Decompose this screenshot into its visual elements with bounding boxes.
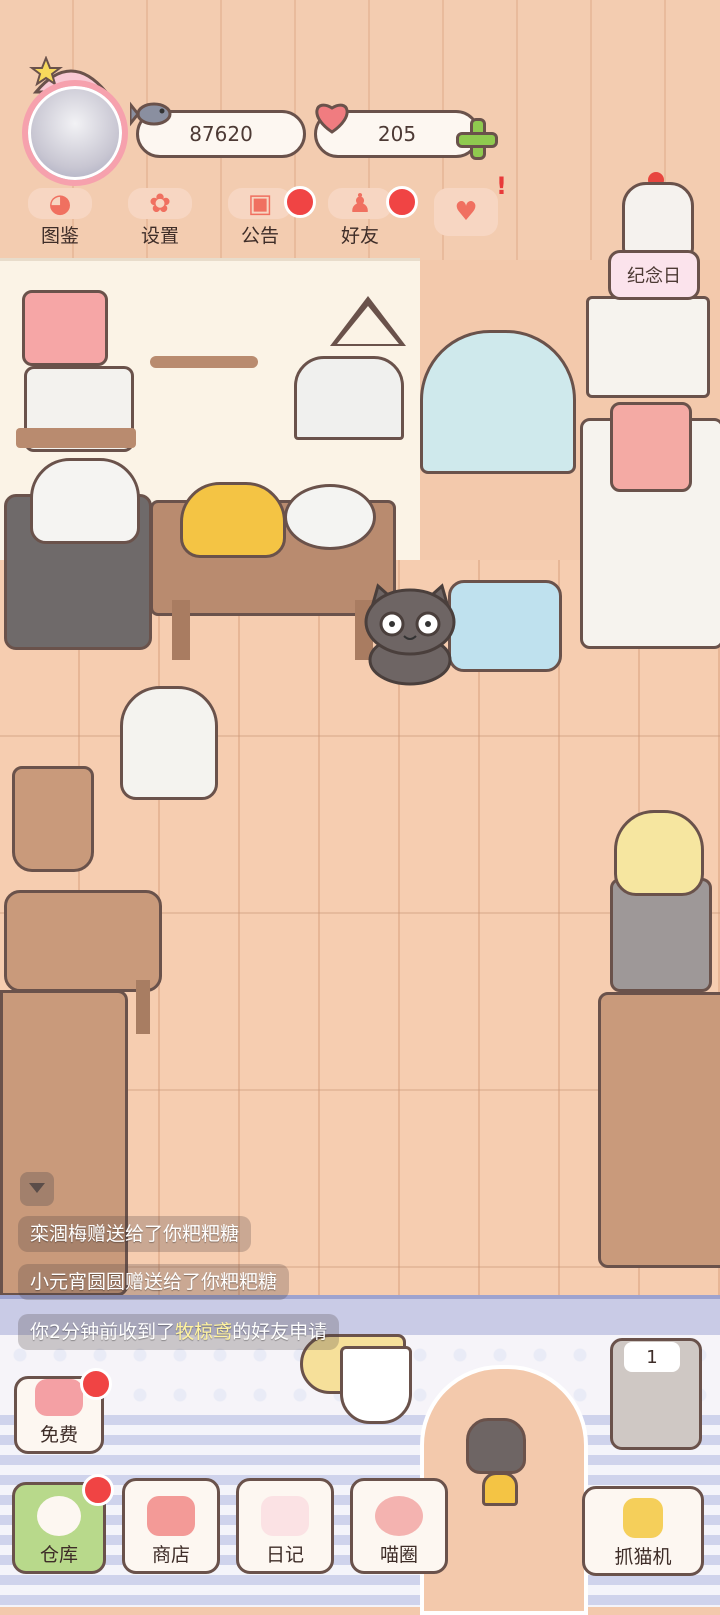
diary-button[interactable]: 日记 xyxy=(236,1478,334,1574)
range-hood[interactable] xyxy=(294,356,404,440)
friends-badge xyxy=(386,186,418,218)
right-cabinet[interactable] xyxy=(598,992,720,1268)
bell-icon xyxy=(482,1472,518,1506)
shop-icon xyxy=(147,1496,195,1536)
friends-icon: ♟ xyxy=(328,188,392,219)
chat-message: 小元宵圆圆赠送给了你粑粑糖 xyxy=(18,1264,290,1300)
hanging-cat-ornament xyxy=(466,1418,526,1474)
menu-announcement-label: 公告 xyxy=(240,225,279,247)
gear-icon: ✿ xyxy=(128,188,192,219)
yellow-pot[interactable] xyxy=(180,482,286,558)
menu-collection[interactable]: ◕ 图鉴 xyxy=(20,188,100,248)
planet-cat-icon xyxy=(375,1496,423,1536)
anniversary-button[interactable]: 纪念日 xyxy=(608,250,700,300)
menu-friends-label: 好友 xyxy=(340,225,379,247)
menu-settings-label: 设置 xyxy=(140,225,179,247)
menu-settings[interactable]: ✿ 设置 xyxy=(120,188,200,248)
glasses-cat[interactable] xyxy=(356,578,464,688)
white-bucket[interactable] xyxy=(120,686,218,800)
hearts-icon: ♥ xyxy=(434,188,498,236)
chat-message: 你2分钟前收到了牧椋鸢的好友申请 xyxy=(18,1314,340,1350)
frying-pan[interactable] xyxy=(284,484,376,550)
shop-label: 商店 xyxy=(151,1544,190,1566)
storage-label: 仓库 xyxy=(39,1544,78,1566)
menu-collection-label: 图鉴 xyxy=(40,225,79,247)
heart-banner xyxy=(340,1346,412,1424)
cat-face-icon: ◕ xyxy=(28,188,92,219)
hearts-alert: ! xyxy=(496,172,507,200)
claw-machine-button[interactable]: 抓猫机 xyxy=(582,1486,704,1576)
heart-icon xyxy=(315,103,349,134)
cake-icon[interactable] xyxy=(622,182,694,258)
meow-circle-button[interactable]: 喵圈 xyxy=(350,1478,448,1574)
sushi-poster[interactable] xyxy=(586,296,710,398)
add-hearts-button[interactable] xyxy=(456,118,498,160)
gift-icon: ▣ xyxy=(228,188,292,219)
teapot[interactable] xyxy=(614,810,704,896)
friend-name[interactable]: 牧椋鸢 xyxy=(175,1321,232,1343)
announcement-badge xyxy=(284,186,316,218)
wooden-barrel[interactable] xyxy=(12,766,94,872)
wall-shelf xyxy=(16,428,136,448)
rice-cooker[interactable] xyxy=(30,458,140,544)
wooden-chair[interactable] xyxy=(4,890,162,992)
shop-button[interactable]: 商店 xyxy=(122,1478,220,1574)
avatar[interactable] xyxy=(22,80,128,186)
chat-message: 栾涸梅赠送给了你粑粑糖 xyxy=(18,1216,252,1252)
diary-icon xyxy=(261,1496,309,1536)
window-curtain[interactable] xyxy=(420,330,576,474)
cloud-mat[interactable] xyxy=(448,580,562,672)
claw-machine-label: 抓猫机 xyxy=(614,1546,672,1568)
calendar-decoration[interactable] xyxy=(22,290,108,366)
claw-counter-value: 1 xyxy=(624,1342,680,1372)
fish-icon xyxy=(130,101,172,127)
diary-label: 日记 xyxy=(265,1544,304,1566)
free-label: 免费 xyxy=(39,1424,78,1446)
claw-icon xyxy=(623,1498,663,1538)
free-badge xyxy=(80,1368,112,1400)
utensil-rack[interactable] xyxy=(150,356,258,368)
fish-count: 87620 xyxy=(189,122,253,146)
menu-hearts[interactable]: ♥ xyxy=(426,188,506,248)
meow-circle-label: 喵圈 xyxy=(379,1544,418,1566)
anniversary-label: 纪念日 xyxy=(627,266,681,287)
heart-icon xyxy=(35,1379,83,1416)
storage-badge xyxy=(82,1474,114,1506)
pink-rice-cooker[interactable] xyxy=(610,402,692,492)
storage-icon xyxy=(37,1496,81,1536)
heart-count: 205 xyxy=(377,122,417,146)
chat-collapse-button[interactable] xyxy=(20,1172,54,1206)
